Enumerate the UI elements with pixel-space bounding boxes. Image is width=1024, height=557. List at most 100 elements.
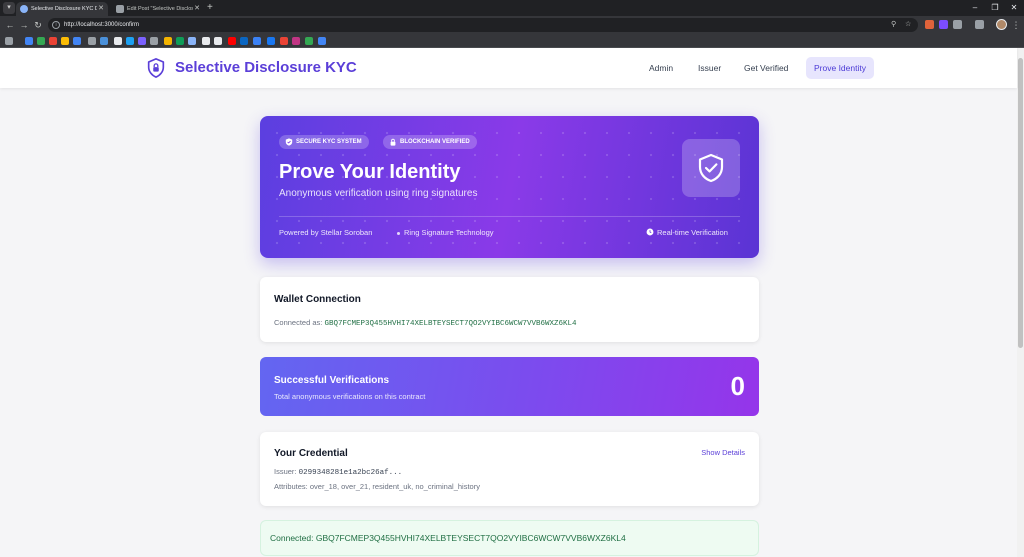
- issuer-value: 0299348281e1a2bc26af...: [298, 469, 403, 477]
- credential-card: Your Credential Show Details Issuer: 029…: [260, 432, 759, 506]
- hero-footer-ring-label: Ring Signature Technology: [404, 228, 494, 237]
- hero-footer-ring: Ring Signature Technology: [397, 227, 494, 239]
- bookmark-icon[interactable]: [25, 37, 33, 45]
- address-bar[interactable]: i http://localhost:3000/confirm ⚲ ☆: [48, 18, 918, 32]
- page-scrollbar[interactable]: [1017, 48, 1024, 557]
- app-header: Selective Disclosure KYC Admin Issuer Ge…: [0, 48, 1017, 88]
- hero-title: Prove Your Identity: [279, 161, 461, 183]
- nav-prove-identity[interactable]: Prove Identity: [806, 57, 874, 79]
- bookmark-icon[interactable]: [253, 37, 261, 45]
- tab-close-icon[interactable]: ✕: [194, 2, 200, 16]
- brand-title[interactable]: Selective Disclosure KYC: [175, 56, 357, 80]
- x-icon[interactable]: [202, 37, 210, 45]
- stats-title: Successful Verifications: [274, 375, 390, 386]
- tab-close-icon[interactable]: ✕: [98, 2, 104, 16]
- bullet-dot-icon: [397, 231, 400, 235]
- bookmark-star-icon[interactable]: ☆: [905, 18, 911, 32]
- shield-check-icon: [698, 153, 724, 183]
- forward-icon[interactable]: →: [18, 18, 30, 32]
- bookmark-icon[interactable]: [73, 37, 81, 45]
- tab-title: Selective Disclosure KYC Demo: [31, 6, 97, 12]
- wallet-connection-card: Wallet Connection Connected as: GBQ7FCME…: [260, 277, 759, 342]
- nav-admin[interactable]: Admin: [641, 57, 681, 79]
- bookmark-icon[interactable]: [61, 37, 69, 45]
- bookmark-icon[interactable]: [280, 37, 288, 45]
- minimize-icon[interactable]: –: [968, 0, 982, 16]
- reload-icon[interactable]: ↻: [32, 18, 44, 32]
- hero-subtitle: Anonymous verification using ring signat…: [279, 188, 478, 199]
- browser-tab-active[interactable]: Selective Disclosure KYC Demo ✕: [16, 2, 108, 16]
- instagram-icon[interactable]: [292, 37, 300, 45]
- bookmark-icon[interactable]: [126, 37, 134, 45]
- hero-divider: [279, 216, 740, 217]
- bookmark-icon[interactable]: [164, 37, 172, 45]
- browser-menu-icon[interactable]: ⋮: [1010, 18, 1022, 32]
- window-close-icon[interactable]: ✕: [1007, 0, 1021, 16]
- credential-card-title: Your Credential: [274, 448, 348, 459]
- nav-issuer[interactable]: Issuer: [690, 57, 729, 79]
- issuer-label: Issuer:: [274, 467, 297, 476]
- bookmarks-bar: [0, 34, 1024, 48]
- wallet-card-title: Wallet Connection: [274, 294, 361, 305]
- tab-search-icon[interactable]: ▾: [3, 2, 15, 14]
- extension-icon[interactable]: [939, 20, 948, 29]
- bookmark-icon[interactable]: [150, 37, 158, 45]
- extension-icon[interactable]: [925, 20, 934, 29]
- url-text: http://localhost:3000/confirm: [64, 22, 140, 28]
- restore-icon[interactable]: ❐: [988, 0, 1002, 16]
- side-panel-icon[interactable]: [975, 20, 984, 29]
- bookmark-icon[interactable]: [318, 37, 326, 45]
- hero-footer-realtime: Real-time Verification: [646, 227, 728, 239]
- bookmark-icon[interactable]: [114, 37, 122, 45]
- connected-status-text: Connected: GBQ7FCMEP3Q455HVHI74XELBTEYSE…: [270, 533, 626, 543]
- verification-count: 0: [730, 371, 745, 401]
- verified-shield-badge: [682, 139, 740, 197]
- youtube-icon[interactable]: [228, 37, 236, 45]
- browser-tab[interactable]: Edit Post "Selective Disclosure ‹ ✕: [112, 2, 204, 16]
- clock-icon: [646, 228, 654, 236]
- gmail-icon[interactable]: [49, 37, 57, 45]
- zoom-icon[interactable]: ⚲: [891, 18, 896, 32]
- browser-tab-strip: ▾ Selective Disclosure KYC Demo ✕ Edit P…: [0, 0, 1024, 16]
- site-info-icon[interactable]: i: [52, 21, 60, 29]
- x-icon[interactable]: [214, 37, 222, 45]
- shield-check-icon: [285, 138, 293, 146]
- wallet-address: GBQ7FCMEP3Q455HVHI74XELBTEYSECT7QO2VYIBC…: [324, 320, 577, 328]
- bookmark-icon[interactable]: [100, 37, 108, 45]
- profile-avatar[interactable]: [996, 19, 1007, 30]
- scrollbar-thumb[interactable]: [1018, 58, 1023, 348]
- new-tab-icon[interactable]: +: [207, 1, 213, 15]
- extension-icon[interactable]: [953, 20, 962, 29]
- nav-get-verified[interactable]: Get Verified: [736, 57, 796, 79]
- attributes-label: Attributes:: [274, 482, 308, 491]
- bookmark-icon[interactable]: [37, 37, 45, 45]
- address-toolbar: ← → ↻ i http://localhost:3000/confirm ⚲ …: [0, 16, 1024, 34]
- bookmark-icon[interactable]: [176, 37, 184, 45]
- wallet-connected-line: Connected as: GBQ7FCMEP3Q455HVHI74XELBTE…: [274, 317, 577, 330]
- back-icon[interactable]: ←: [4, 18, 16, 32]
- stats-subtitle: Total anonymous verifications on this co…: [274, 392, 426, 401]
- attributes-value: over_18, over_21, resident_uk, no_crimin…: [309, 482, 480, 491]
- facebook-icon[interactable]: [267, 37, 275, 45]
- shield-lock-icon: [147, 58, 165, 78]
- bookmark-icon[interactable]: [188, 37, 196, 45]
- show-details-link[interactable]: Show Details: [701, 447, 745, 458]
- verifications-stats-card: Successful Verifications Total anonymous…: [260, 357, 759, 416]
- connected-status-banner: Connected: GBQ7FCMEP3Q455HVHI74XELBTEYSE…: [260, 520, 759, 556]
- bookmark-icon[interactable]: [138, 37, 146, 45]
- tab-favicon-icon: [116, 5, 124, 13]
- bookmark-icon[interactable]: [305, 37, 313, 45]
- linkedin-icon[interactable]: [240, 37, 248, 45]
- blockchain-verified-badge: BLOCKCHAIN VERIFIED: [383, 135, 477, 149]
- tab-title: Edit Post "Selective Disclosure ‹: [127, 6, 193, 12]
- secure-kyc-badge: SECURE KYC SYSTEM: [279, 135, 369, 149]
- credential-issuer-line: Issuer: 0299348281e1a2bc26af...: [274, 466, 402, 479]
- badge-label: BLOCKCHAIN VERIFIED: [400, 139, 470, 145]
- wallet-connected-label: Connected as:: [274, 318, 323, 327]
- bookmark-icon[interactable]: [88, 37, 96, 45]
- hero-banner: SECURE KYC SYSTEM BLOCKCHAIN VERIFIED Pr…: [260, 116, 759, 258]
- badge-label: SECURE KYC SYSTEM: [296, 139, 362, 145]
- hero-footer-stellar: Powered by Stellar Soroban: [279, 228, 373, 237]
- tab-favicon-icon: [20, 5, 28, 13]
- apps-grid-icon[interactable]: [5, 37, 13, 45]
